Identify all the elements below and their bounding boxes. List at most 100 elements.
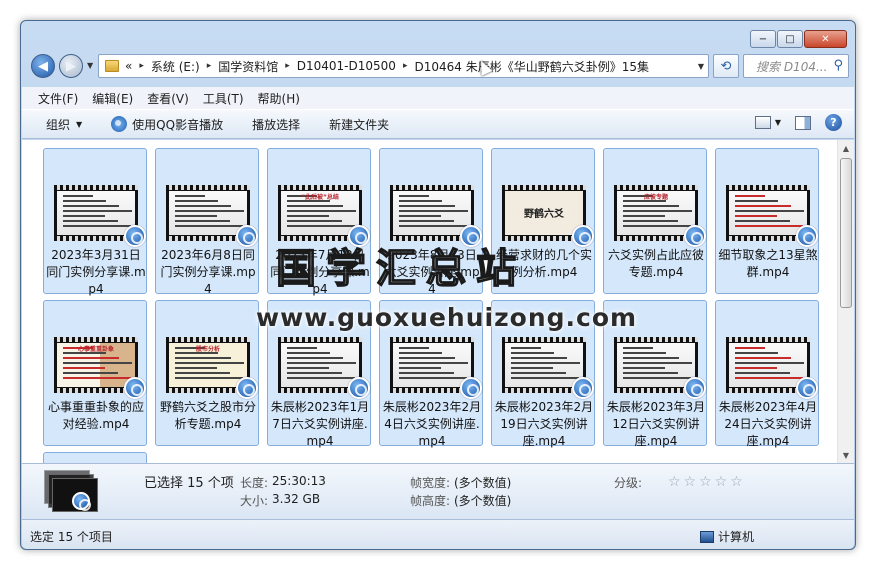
back-button[interactable]: ◀ [31,54,55,78]
file-name: 野鹤六爻之股市分析专题.mp4 [159,400,256,431]
menu-view[interactable]: 查看(V) [147,90,189,107]
qq-video-badge-icon [572,225,594,247]
thumbnail-title: 心事重重卦象 [77,346,114,353]
qq-video-badge-icon [124,225,146,247]
file-name: 2023年3月31日同门实例分享课.mp4 [46,248,146,296]
forward-button[interactable]: ▶ [59,54,83,78]
maximize-button[interactable]: □ [777,30,803,48]
breadcrumb-separator-icon[interactable]: ▸ [285,61,290,71]
new-folder-label: 新建文件夹 [329,117,390,132]
search-input[interactable]: 搜索 D104... ⚲ [743,54,849,78]
breadcrumb-library[interactable]: 国学资料馆 [218,58,278,75]
search-icon[interactable]: ⚲ [833,58,843,73]
address-dropdown-icon[interactable]: ▼ [698,62,704,71]
file-tile[interactable]: 2023年6月8日同门实例分享课.mp4 [155,148,259,296]
selection-stack-icon [44,470,100,514]
details-pane: 已选择 15 个项 长度: 25:30:13 大小: 3.32 GB 帧宽度: … [22,463,854,519]
size-value: 3.32 GB [272,492,321,506]
folder-icon [105,60,119,72]
watermark-text: 国学汇总站 [275,245,526,293]
refresh-button[interactable]: ⟲ [713,54,739,78]
play-selection-button[interactable]: 播放选择 [252,116,300,133]
menu-edit[interactable]: 编辑(E) [92,90,133,107]
qq-player-icon [111,116,128,132]
breadcrumb-overflow[interactable]: « [125,59,132,73]
new-folder-button[interactable]: 新建文件夹 [329,116,389,133]
qq-player-button[interactable]: 使用QQ影音播放 [111,116,223,133]
qq-video-badge-icon [572,377,594,399]
size-label: 大小: [240,494,269,508]
file-tile[interactable]: 朱辰彬2023年4月24日六爻实例讲座.mp4 [715,300,819,448]
file-tile[interactable]: 股市分析野鹤六爻之股市分析专题.mp4 [155,300,259,446]
qq-video-badge-icon [460,377,482,399]
file-name: 朱辰彬2023年2月19日六爻实例讲座.mp4 [494,400,594,448]
menu-tools[interactable]: 工具(T) [203,90,244,107]
status-location-label: 计算机 [718,530,755,544]
address-bar[interactable]: « ▸ 系统 (E:) ▸ 国学资料馆 ▸ D10401-D10500 ▸ D1… [98,54,709,78]
qq-video-badge-icon [684,225,706,247]
vertical-scrollbar[interactable]: ▲ ▼ [837,140,854,463]
frame-height-label: 帧高度: [410,494,451,508]
minimize-button[interactable]: − [750,30,776,48]
qq-video-badge-icon [236,377,258,399]
qq-video-badge-icon [124,377,146,399]
menu-bar: 文件(F) 编辑(E) 查看(V) 工具(T) 帮助(H) [22,87,854,109]
file-name: 2023年6月8日同门实例分享课.mp4 [160,248,256,296]
close-button[interactable]: ✕ [804,30,847,48]
breadcrumb-drive[interactable]: 系统 (E:) [151,58,200,75]
organize-button[interactable]: 组织 ▼ [46,116,82,133]
breadcrumb-current[interactable]: D10464 朱辰彬《华山野鹤六爻卦例》15集 [414,58,649,75]
file-tile[interactable]: 细节取象之13星煞群.mp4 [715,148,819,294]
view-controls: ▼ ? [754,114,842,131]
frame-width-value: (多个数值) [454,476,512,490]
qq-video-badge-icon [796,377,818,399]
frame-height-value: (多个数值) [454,494,512,508]
scroll-thumb[interactable] [840,158,852,308]
view-dropdown-icon[interactable]: ▼ [775,118,781,127]
history-dropdown-icon[interactable]: ▼ [87,61,93,70]
caption-buttons: − □ ✕ [750,30,847,48]
preview-pane-icon[interactable] [795,115,811,130]
status-bar: 选定 15 个项目 计算机 [22,519,854,549]
file-name: 朱辰彬2023年4月24日六爻实例讲座.mp4 [718,400,818,448]
view-mode-icon[interactable] [754,116,771,129]
duration-value: 25:30:13 [272,474,326,488]
computer-icon [700,530,714,543]
watermark-url: www.guoxuehuizong.com [256,303,638,332]
command-bar: 组织 ▼ 使用QQ影音播放 播放选择 新建文件夹 ▼ ? [22,109,854,139]
thumbnail-title: 应彼专题 [643,194,668,201]
navigation-bar: ◀ ▶ ▼ « ▸ 系统 (E:) ▸ 国学资料馆 ▸ D10401-D1050… [29,53,849,81]
qq-video-badge-icon [348,377,370,399]
status-selection: 选定 15 个项目 [30,530,113,544]
thumbnail-title: 股市分析 [195,346,220,353]
chevron-down-icon: ▼ [76,119,83,129]
file-tile[interactable] [43,452,147,463]
selected-count: 已选择 15 个项 [144,476,234,491]
file-tile[interactable]: 应彼专题六爻实例占此应彼专题.mp4 [603,148,707,294]
file-tile[interactable]: 2023年3月31日同门实例分享课.mp4 [43,148,147,296]
duration-label: 长度: [240,476,269,490]
file-tile[interactable]: 心事重重卦象心事重重卦象的应对经验.mp4 [43,300,147,446]
qq-player-label: 使用QQ影音播放 [132,117,224,132]
menu-file[interactable]: 文件(F) [38,90,78,107]
qq-video-badge-icon [684,377,706,399]
organize-label: 组织 [46,117,71,132]
breadcrumb-separator-icon[interactable]: ▸ [139,61,144,71]
file-name: 心事重重卦象的应对经验.mp4 [47,400,144,431]
scroll-down-icon[interactable]: ▼ [838,447,854,463]
breadcrumb-range[interactable]: D10401-D10500 [297,59,396,73]
menu-help[interactable]: 帮助(H) [258,90,300,107]
thumbnail-title: “此后被”总结 [301,194,339,201]
scroll-up-icon[interactable]: ▲ [838,140,854,156]
qq-video-badge-icon [796,225,818,247]
file-list-area: 2023年3月31日同门实例分享课.mp4 2023年6月8日同门实例分享课.mp… [22,140,854,463]
help-icon[interactable]: ? [825,114,842,131]
breadcrumb-separator-icon[interactable]: ▸ [207,61,212,71]
file-name: 朱辰彬2023年1月7日六爻实例讲座.mp4 [270,400,370,448]
breadcrumb-separator-icon[interactable]: ▸ [403,61,408,71]
rating-stars[interactable]: ☆☆☆☆☆ [668,474,746,490]
frame-width-label: 帧宽度: [410,476,451,490]
thumbnail-title: 野鹤六爻 [524,209,564,220]
qq-video-badge-icon [236,225,258,247]
file-name: 六爻实例占此应彼专题.mp4 [607,248,704,279]
